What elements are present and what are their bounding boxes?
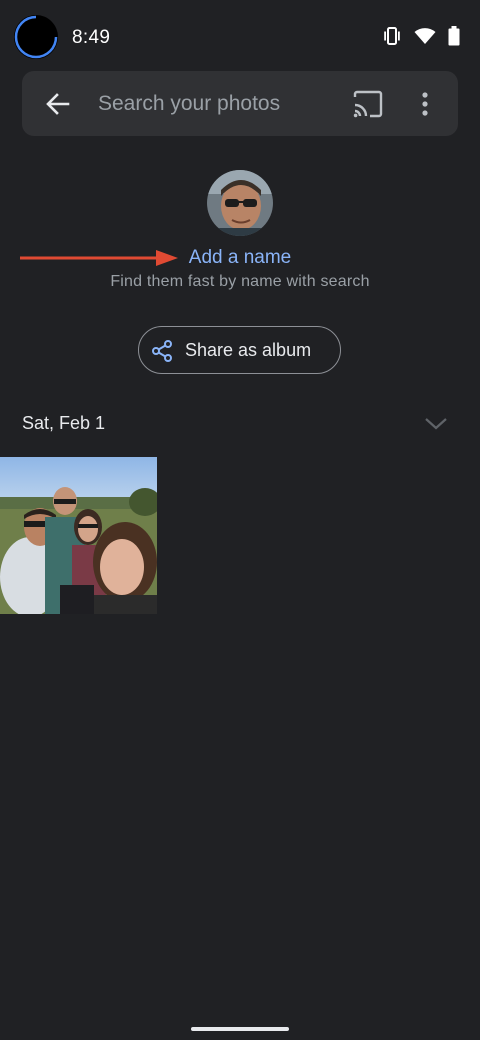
face-photo bbox=[207, 170, 273, 236]
back-button[interactable] bbox=[42, 88, 74, 120]
clock-time: 8:49 bbox=[72, 27, 111, 48]
photos-face-screen: 8:49 Search your photos Add a name Find … bbox=[0, 0, 480, 1040]
account-avatar[interactable] bbox=[14, 15, 58, 59]
wifi-icon bbox=[414, 27, 436, 50]
gesture-nav-handle[interactable] bbox=[191, 1027, 289, 1031]
chevron-down-icon bbox=[425, 418, 447, 430]
loading-ring-icon bbox=[14, 15, 58, 59]
share-as-album-button[interactable]: Share as album bbox=[138, 326, 341, 374]
vibrate-icon bbox=[382, 26, 402, 50]
back-arrow-icon bbox=[46, 93, 70, 115]
date-header: Sat, Feb 1 bbox=[22, 413, 106, 433]
group-selfie-photo bbox=[0, 457, 157, 614]
status-bar: 8:49 bbox=[0, 0, 480, 76]
search-bar bbox=[22, 71, 458, 136]
status-icons bbox=[382, 25, 460, 51]
photo-thumbnail[interactable] bbox=[0, 457, 157, 614]
more-vert-icon bbox=[422, 92, 428, 116]
search-input[interactable] bbox=[98, 89, 338, 119]
share-button-label: Share as album bbox=[185, 340, 312, 360]
face-thumbnail[interactable] bbox=[207, 170, 273, 236]
more-options-button[interactable] bbox=[416, 88, 434, 120]
battery-icon bbox=[448, 25, 460, 51]
add-name-link[interactable]: Add a name bbox=[0, 247, 480, 269]
find-hint-text: Find them fast by name with search bbox=[110, 273, 370, 290]
cast-icon bbox=[353, 90, 383, 118]
collapse-section-button[interactable] bbox=[424, 414, 448, 432]
cast-button[interactable] bbox=[352, 89, 384, 119]
share-icon bbox=[152, 340, 172, 362]
